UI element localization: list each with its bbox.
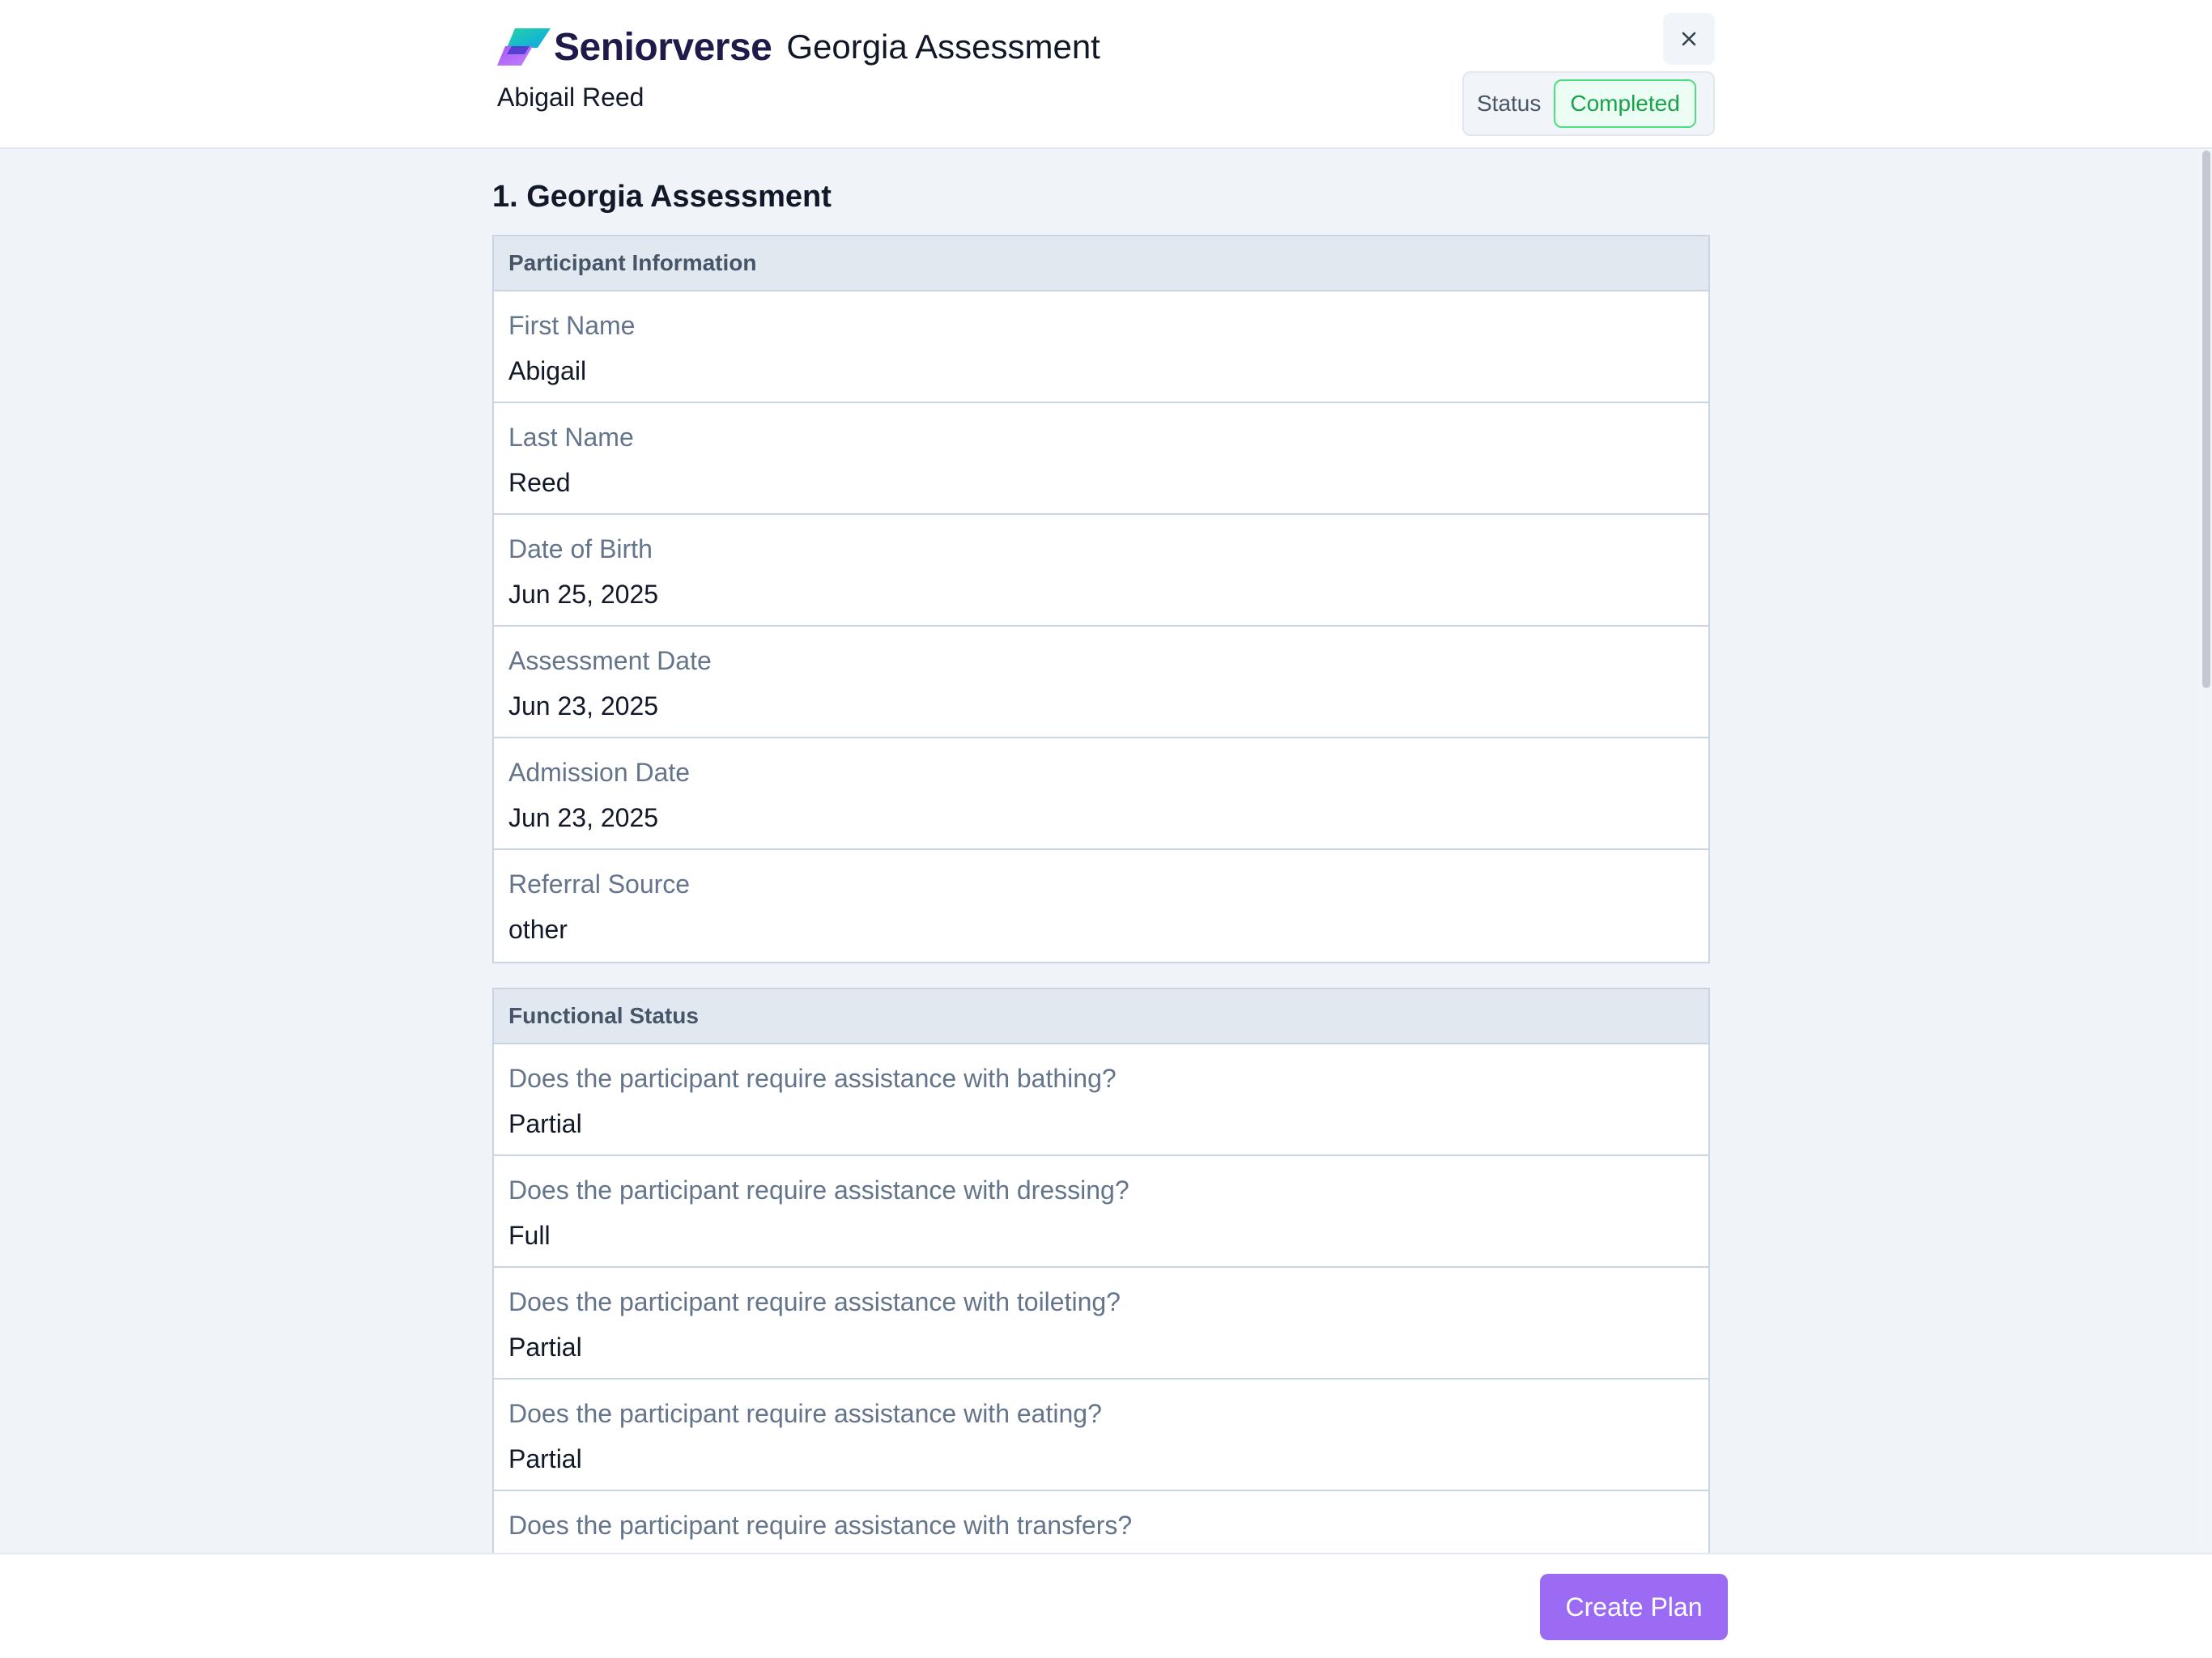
field-date-of-birth: Date of Birth Jun 25, 2025 [494,515,1708,627]
field-value: Reed [508,468,571,497]
field-bathing: Does the participant require assistance … [494,1044,1708,1156]
close-icon [1682,32,1696,46]
status-badge: Completed [1554,79,1696,128]
field-eating: Does the participant require assistance … [494,1380,1708,1491]
field-last-name: Last Name Reed [494,403,1708,515]
scrollbar-thumb[interactable] [2202,151,2210,688]
field-label: Assessment Date [508,646,712,675]
field-label: Does the participant require assistance … [508,1175,1129,1205]
field-value: Jun 23, 2025 [508,803,659,832]
field-value: Partial [508,1444,582,1473]
status-label: Status [1477,91,1542,116]
status-box: Status Completed [1462,71,1715,136]
card-header: Participant Information [494,236,1708,291]
field-value: Partial [508,1333,582,1362]
close-button[interactable] [1663,13,1715,65]
field-assessment-date: Assessment Date Jun 23, 2025 [494,627,1708,738]
field-value: Partial [508,1109,582,1138]
page-title: Georgia Assessment [786,28,1100,66]
field-transfers: Does the participant require assistance … [494,1491,1708,1553]
brand: Seniorverse Georgia Assessment [497,24,1100,70]
app-header: Seniorverse Georgia Assessment Abigail R… [0,0,2212,149]
field-toileting: Does the participant require assistance … [494,1268,1708,1380]
functional-status-card: Functional Status Does the participant r… [492,988,1710,1553]
field-label: Admission Date [508,758,691,787]
field-first-name: First Name Abigail [494,291,1708,403]
field-dressing: Does the participant require assistance … [494,1156,1708,1268]
seniorverse-logo-icon [497,28,551,66]
field-referral-source: Referral Source other [494,850,1708,962]
create-plan-button[interactable]: Create Plan [1540,1574,1728,1640]
field-label: Does the participant require assistance … [508,1511,1133,1540]
field-label: Date of Birth [508,534,653,563]
field-value: other [508,915,568,944]
field-label: Does the participant require assistance … [508,1399,1102,1428]
field-label: Referral Source [508,869,691,899]
section-heading: 1. Georgia Assessment [492,180,832,214]
field-label: Does the participant require assistance … [508,1287,1121,1316]
participant-name: Abigail Reed [497,83,644,112]
field-value: Jun 23, 2025 [508,691,659,721]
participant-information-card: Participant Information First Name Abiga… [492,235,1710,963]
footer-bar: Create Plan [0,1553,2212,1658]
field-admission-date: Admission Date Jun 23, 2025 [494,738,1708,850]
field-label: First Name [508,311,636,340]
field-label: Last Name [508,423,634,452]
field-value: Jun 25, 2025 [508,580,659,609]
assessment-content[interactable]: 1. Georgia Assessment Participant Inform… [0,149,2199,1553]
card-header: Functional Status [494,989,1708,1044]
field-value: Abigail [508,356,587,385]
field-value: Full [508,1221,551,1250]
brand-name: Seniorverse [554,25,772,69]
field-label: Does the participant require assistance … [508,1064,1117,1093]
